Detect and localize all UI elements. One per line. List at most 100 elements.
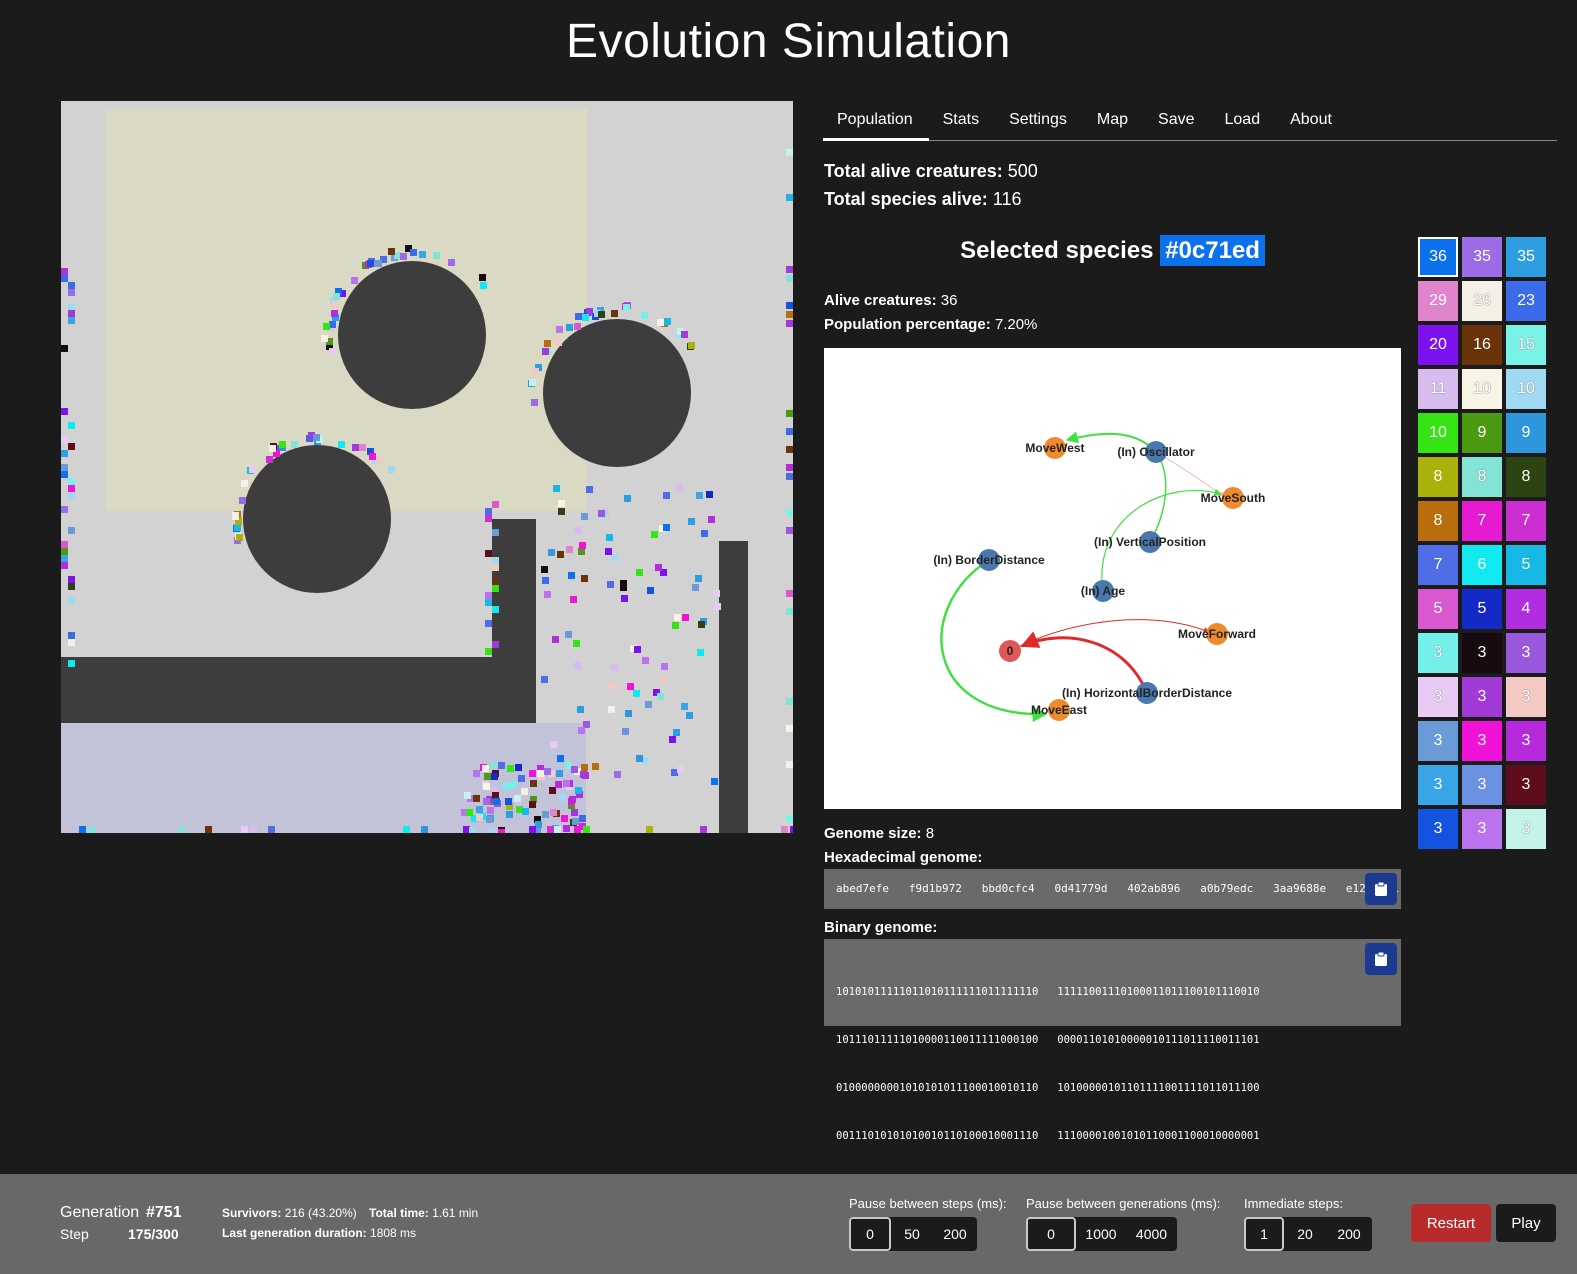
species-swatch[interactable]: 20 (1418, 325, 1458, 365)
species-swatch[interactable]: 23 (1506, 281, 1546, 321)
species-swatch[interactable]: 8 (1462, 457, 1502, 497)
pause-steps-group: 0 50 200 (849, 1217, 977, 1251)
species-swatch[interactable]: 3 (1418, 677, 1458, 717)
pause-steps-0[interactable]: 0 (849, 1217, 891, 1251)
species-swatch[interactable]: 7 (1462, 501, 1502, 541)
creature-cell (556, 326, 563, 333)
species-swatch[interactable]: 3 (1418, 633, 1458, 673)
species-swatch[interactable]: 11 (1418, 369, 1458, 409)
species-swatch[interactable]: 3 (1506, 809, 1546, 849)
world-map[interactable] (61, 101, 793, 833)
tab-about[interactable]: About (1276, 104, 1348, 141)
creature-cell (572, 818, 579, 825)
copy-hex-button[interactable] (1365, 873, 1397, 905)
immediate-steps-1[interactable]: 1 (1244, 1217, 1284, 1251)
tab-save[interactable]: Save (1144, 104, 1210, 141)
species-swatch[interactable]: 7 (1506, 501, 1546, 541)
species-swatch[interactable]: 8 (1418, 501, 1458, 541)
obstacle-wall (719, 541, 748, 833)
creature-cell (642, 657, 649, 664)
species-swatch[interactable]: 9 (1462, 413, 1502, 453)
creature-cell (485, 592, 492, 599)
species-swatch[interactable]: 36 (1418, 237, 1458, 277)
creature-cell (88, 826, 95, 833)
tab-stats[interactable]: Stats (929, 104, 995, 141)
label-age: (In) Age (1081, 584, 1126, 598)
pause-generations-1000[interactable]: 1000 (1076, 1217, 1126, 1251)
species-swatch[interactable]: 29 (1418, 281, 1458, 321)
species-swatch[interactable]: 3 (1462, 809, 1502, 849)
species-swatch[interactable]: 35 (1462, 237, 1502, 277)
species-swatch[interactable]: 3 (1462, 677, 1502, 717)
pause-generations-0[interactable]: 0 (1026, 1217, 1076, 1251)
hex-genome-box: abed7efe f9d1b972 bbd0cfc4 0d41779d 402a… (824, 869, 1401, 909)
species-swatch[interactable]: 5 (1506, 545, 1546, 585)
species-swatch[interactable]: 6 (1462, 545, 1502, 585)
species-swatch[interactable]: 3 (1418, 809, 1458, 849)
tab-load[interactable]: Load (1211, 104, 1277, 141)
creature-cell (550, 809, 557, 816)
label-oscillator: (In) Oscillator (1117, 445, 1195, 459)
species-swatch[interactable]: 10 (1506, 369, 1546, 409)
restart-button[interactable]: Restart (1411, 1204, 1491, 1242)
pause-steps-50[interactable]: 50 (891, 1217, 933, 1251)
creature-cell (582, 314, 589, 321)
survivors: Survivors: 216 (43.20%) (222, 1206, 357, 1220)
creature-cell (403, 826, 410, 833)
creature-cell (614, 771, 621, 778)
creature-cell (569, 796, 576, 803)
creature-cell (375, 456, 382, 463)
immediate-steps-20[interactable]: 20 (1284, 1217, 1326, 1251)
last-generation-value: 1808 ms (370, 1226, 417, 1240)
creature-cell (421, 826, 428, 833)
species-swatch[interactable]: 8 (1418, 457, 1458, 497)
species-swatch[interactable]: 4 (1506, 589, 1546, 629)
species-swatch[interactable]: 3 (1462, 765, 1502, 805)
creature-cell (529, 801, 536, 808)
species-swatch[interactable]: 3 (1506, 721, 1546, 761)
species-swatch[interactable]: 16 (1462, 325, 1502, 365)
species-alive-value: 116 (992, 189, 1022, 209)
creature-cell (592, 763, 599, 770)
creature-cell (388, 248, 395, 255)
generation-value: #751 (146, 1204, 182, 1221)
species-swatch[interactable]: 10 (1418, 413, 1458, 453)
species-swatch[interactable]: 35 (1506, 237, 1546, 277)
species-swatch[interactable]: 3 (1506, 677, 1546, 717)
tab-map[interactable]: Map (1083, 104, 1144, 141)
species-swatch[interactable]: 5 (1462, 589, 1502, 629)
species-swatch[interactable]: 26 (1462, 281, 1502, 321)
species-swatch[interactable]: 3 (1462, 721, 1502, 761)
immediate-steps-200[interactable]: 200 (1326, 1217, 1372, 1251)
creature-cell (574, 826, 581, 833)
species-swatch[interactable]: 3 (1462, 633, 1502, 673)
creature-cell (480, 282, 487, 289)
species-swatch[interactable]: 9 (1506, 413, 1546, 453)
species-swatch[interactable]: 7 (1418, 545, 1458, 585)
tab-population[interactable]: Population (823, 104, 929, 141)
species-swatch[interactable]: 3 (1418, 765, 1458, 805)
creature-cell (291, 441, 298, 448)
creature-cell (786, 464, 793, 471)
creature-cell (688, 342, 695, 349)
creature-cell (448, 259, 455, 266)
species-swatch[interactable]: 3 (1418, 721, 1458, 761)
label-verticalposition: (In) VerticalPosition (1094, 535, 1206, 549)
species-swatch[interactable]: 3 (1506, 765, 1546, 805)
tab-settings[interactable]: Settings (995, 104, 1083, 141)
copy-binary-button[interactable] (1365, 943, 1397, 975)
creature-cell (557, 551, 564, 558)
species-swatch[interactable]: 3 (1506, 633, 1546, 673)
creature-cell (479, 274, 486, 281)
pause-steps-200[interactable]: 200 (933, 1217, 977, 1251)
species-swatch[interactable]: 5 (1418, 589, 1458, 629)
pause-generations-4000[interactable]: 4000 (1126, 1217, 1177, 1251)
creature-cell (552, 636, 559, 643)
species-swatch[interactable]: 8 (1506, 457, 1546, 497)
species-swatch[interactable]: 15 (1506, 325, 1546, 365)
neural-network-graph[interactable]: MoveWest (In) Oscillator MoveSouth (In) … (824, 348, 1401, 809)
species-swatch[interactable]: 10 (1462, 369, 1502, 409)
play-button[interactable]: Play (1496, 1204, 1556, 1242)
creature-cell (645, 701, 652, 708)
creature-cell (514, 795, 521, 802)
